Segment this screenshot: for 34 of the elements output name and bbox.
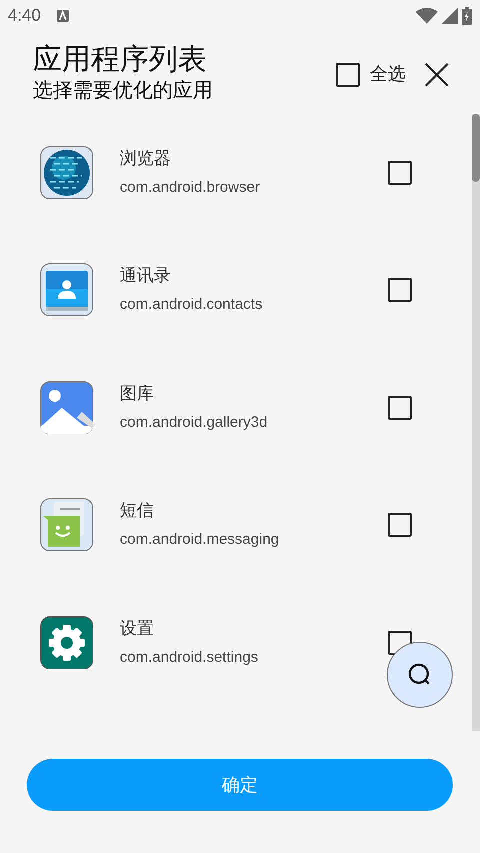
- close-icon[interactable]: [424, 62, 450, 88]
- battery-icon: [462, 7, 472, 25]
- app-checkbox[interactable]: [388, 278, 412, 302]
- package-name: com.android.contacts: [120, 295, 264, 316]
- page-subtitle: 选择需要优化的应用: [33, 79, 213, 104]
- app-checkbox[interactable]: [388, 513, 412, 538]
- app-name: 短信: [120, 500, 155, 522]
- app-row[interactable]: 图库 com.android.gallery3d: [0, 349, 472, 466]
- app-name: 通讯录: [120, 265, 172, 288]
- landscape-photo-icon: [40, 380, 94, 435]
- package-name: com.android.messaging: [120, 530, 280, 550]
- app-name: 图库: [120, 382, 155, 405]
- select-all-label: 全选: [370, 63, 406, 86]
- smiley-chat-icon: [40, 498, 94, 552]
- notification-icon: [57, 10, 70, 22]
- app-row[interactable]: 短信 com.android.messaging: [0, 466, 472, 584]
- app-checkbox[interactable]: [388, 396, 412, 420]
- contact-card-icon: [40, 263, 94, 318]
- select-all-checkbox[interactable]: [336, 62, 360, 86]
- status-time: 4:40: [8, 5, 42, 28]
- wifi-icon: [416, 8, 438, 24]
- app-checkbox[interactable]: [388, 160, 412, 185]
- gear-icon: [40, 616, 94, 670]
- package-name: com.android.settings: [120, 648, 260, 668]
- app-row[interactable]: 通讯录 com.android.contacts: [0, 232, 472, 349]
- app-name: 浏览器: [120, 148, 172, 170]
- scrollbar[interactable]: [472, 114, 480, 731]
- app-row[interactable]: 浏览器 com.android.browser: [0, 114, 472, 232]
- package-name: com.android.browser: [120, 178, 262, 198]
- page-title: 应用程序列表: [33, 43, 208, 78]
- package-name: com.android.gallery3d: [120, 412, 269, 433]
- signal-icon: [442, 8, 458, 24]
- globe-icon: [40, 146, 94, 200]
- app-name: 设置: [120, 618, 155, 640]
